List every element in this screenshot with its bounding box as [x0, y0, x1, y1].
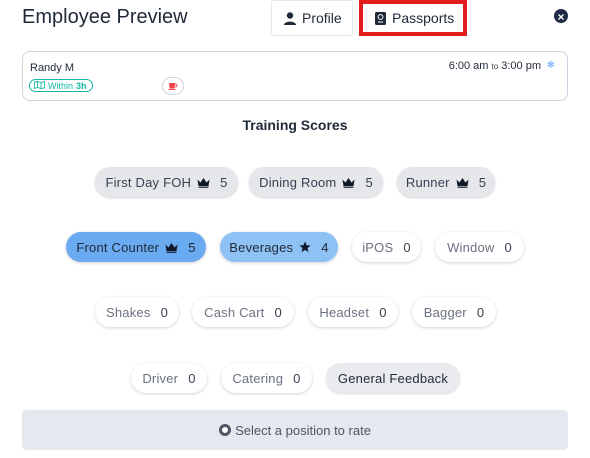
snowflake-icon: ❄ — [546, 60, 555, 71]
training-scores-title: Training Scores — [242, 117, 348, 133]
position-label: Runner — [405, 174, 450, 190]
tab-passports[interactable]: Passports — [359, 0, 467, 36]
page-title: Employee Preview — [22, 6, 188, 28]
position-label: General Feedback — [337, 370, 449, 386]
position-chip-dining-room[interactable]: Dining Room 5 — [249, 167, 383, 197]
shift-to: to — [491, 62, 499, 71]
close-button[interactable] — [554, 9, 568, 23]
position-chip-window[interactable]: Window 0 — [435, 232, 524, 262]
radio-dot-icon — [219, 424, 232, 436]
position-score: 4 — [321, 239, 329, 255]
rate-prompt-bar: Select a position to rate — [22, 410, 568, 450]
rate-prompt-text: Select a position to rate — [235, 422, 371, 438]
position-score: 5 — [478, 174, 487, 190]
position-label: Window — [447, 239, 495, 255]
general-feedback-button[interactable]: General Feedback — [326, 363, 460, 393]
position-chip-shakes[interactable]: Shakes 0 — [95, 297, 179, 327]
drink-badge[interactable] — [162, 77, 184, 95]
position-label: Headset — [319, 304, 370, 320]
map-icon — [34, 80, 45, 91]
tab-profile[interactable]: Profile — [271, 0, 353, 36]
position-label: Beverages — [229, 239, 294, 255]
within-prefix: Within — [48, 80, 74, 91]
position-score: 0 — [293, 370, 301, 386]
employee-card: Randy M Within 3h 6:00 am to 3:00 pm ❄ — [22, 51, 568, 101]
position-label: Catering — [232, 370, 284, 386]
position-chip-cash-cart[interactable]: Cash Cart 0 — [192, 297, 294, 327]
position-chip-driver[interactable]: Driver 0 — [131, 363, 207, 393]
position-label: iPOS — [362, 239, 394, 255]
passport-icon — [375, 11, 386, 25]
close-icon — [558, 7, 564, 25]
position-score: 5 — [188, 239, 196, 255]
position-score: 5 — [220, 174, 228, 190]
user-icon — [284, 11, 296, 25]
position-chip-headset[interactable]: Headset 0 — [308, 297, 398, 327]
position-label: Front Counter — [76, 239, 160, 255]
position-score: 0 — [188, 370, 196, 386]
position-score: 0 — [476, 304, 485, 320]
position-label: Cash Cart — [204, 304, 265, 320]
position-chip-first-day-foh[interactable]: First Day FOH 5 — [95, 167, 238, 197]
position-chip-bagger[interactable]: Bagger 0 — [412, 297, 496, 327]
position-label: Dining Room — [259, 174, 337, 190]
position-label: Shakes — [106, 304, 151, 320]
employee-name: Randy M — [30, 62, 75, 74]
cup-icon — [168, 77, 178, 95]
crown-icon — [456, 177, 469, 188]
position-label: Bagger — [423, 304, 467, 320]
crown-icon — [342, 177, 355, 188]
tab-passports-label: Passports — [392, 10, 455, 26]
position-score: 5 — [365, 174, 373, 190]
position-score: 0 — [274, 304, 282, 320]
position-score: 0 — [160, 304, 168, 320]
shift-end: 3:00 pm — [501, 60, 541, 72]
position-chip-runner[interactable]: Runner 5 — [397, 167, 495, 197]
star-icon — [299, 241, 311, 253]
shift-start: 6:00 am — [448, 60, 489, 72]
position-chip-front-counter[interactable]: Front Counter 5 — [66, 232, 206, 262]
position-label: Driver — [142, 370, 179, 386]
tab-profile-label: Profile — [302, 10, 342, 26]
position-chip-ipos[interactable]: iPOS 0 — [352, 232, 421, 262]
position-chip-catering[interactable]: Catering 0 — [221, 363, 312, 393]
shift-time: 6:00 am to 3:00 pm — [449, 60, 541, 72]
position-score: 0 — [504, 239, 512, 255]
position-score: 0 — [379, 304, 387, 320]
crown-icon — [197, 177, 210, 188]
position-score: 0 — [403, 239, 411, 255]
within-badge: Within 3h — [29, 79, 93, 92]
crown-icon — [165, 242, 178, 253]
position-label: First Day FOH — [105, 174, 192, 190]
within-value: 3h — [76, 80, 87, 91]
position-chip-beverages[interactable]: Beverages 4 — [220, 232, 338, 262]
